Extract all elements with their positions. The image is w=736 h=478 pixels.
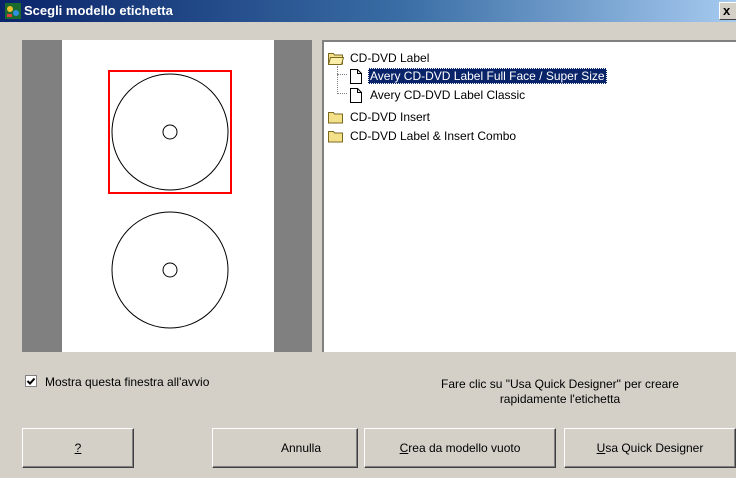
selected-label-frame [108,70,232,194]
hint-line-1: Fare clic su "Usa Quick Designer" per cr… [441,377,679,391]
window-title: Scegli modello etichetta [24,3,173,18]
quick-designer-button[interactable]: Usa Quick Designer [564,428,736,468]
close-button[interactable]: x [719,2,736,20]
folder-icon [328,131,343,143]
tree-line [337,66,338,94]
quick-designer-label: sa Quick Designer [605,441,704,455]
tree-item-label: CD-DVD Label [350,51,430,65]
template-tree[interactable]: CD-DVD Label Avery CD-DVD Label Full Fac… [322,40,736,352]
tree-line [337,93,347,94]
close-icon: x [723,3,731,18]
app-icon [5,3,21,19]
title-bar[interactable]: Scegli modello etichetta x [0,0,736,22]
startup-checkbox-label[interactable]: Mostra questa finestra all'avvio [45,375,209,389]
tree-item-label: CD-DVD Insert [350,110,431,124]
create-blank-button[interactable]: Crea da modello vuoto [364,428,556,468]
document-icon [350,88,362,103]
cd-hole-top [162,124,178,140]
label-preview [22,40,312,352]
preview-drawing [108,70,232,329]
document-icon [350,69,362,84]
help-button-label: ? [74,441,82,455]
create-blank-mnemonic: C [399,441,409,455]
quick-designer-mnemonic: U [596,441,606,455]
folder-icon [328,112,343,124]
cancel-button[interactable]: Annulla [212,428,358,468]
cancel-button-label: Annulla [280,441,321,455]
help-button[interactable]: ? [22,428,134,468]
hint-line-2: rapidamente l'etichetta [499,392,621,406]
quick-designer-hint: Fare clic su "Usa Quick Designer" per cr… [410,377,710,407]
tree-item-label: Avery CD-DVD Label Classic [370,88,526,102]
open-folder-icon [328,53,344,65]
cd-label-top [111,73,229,191]
tree-item-label: CD-DVD Label & Insert Combo [350,129,517,143]
cd-hole-bottom [162,262,178,278]
preview-sheet [62,40,274,352]
tree-line [337,74,347,75]
cd-label-bottom [111,211,229,329]
tree-item-label: Avery CD-DVD Label Full Face / Super Siz… [368,68,607,84]
create-blank-label: rea da modello vuoto [408,441,521,455]
startup-checkbox[interactable] [25,375,37,387]
